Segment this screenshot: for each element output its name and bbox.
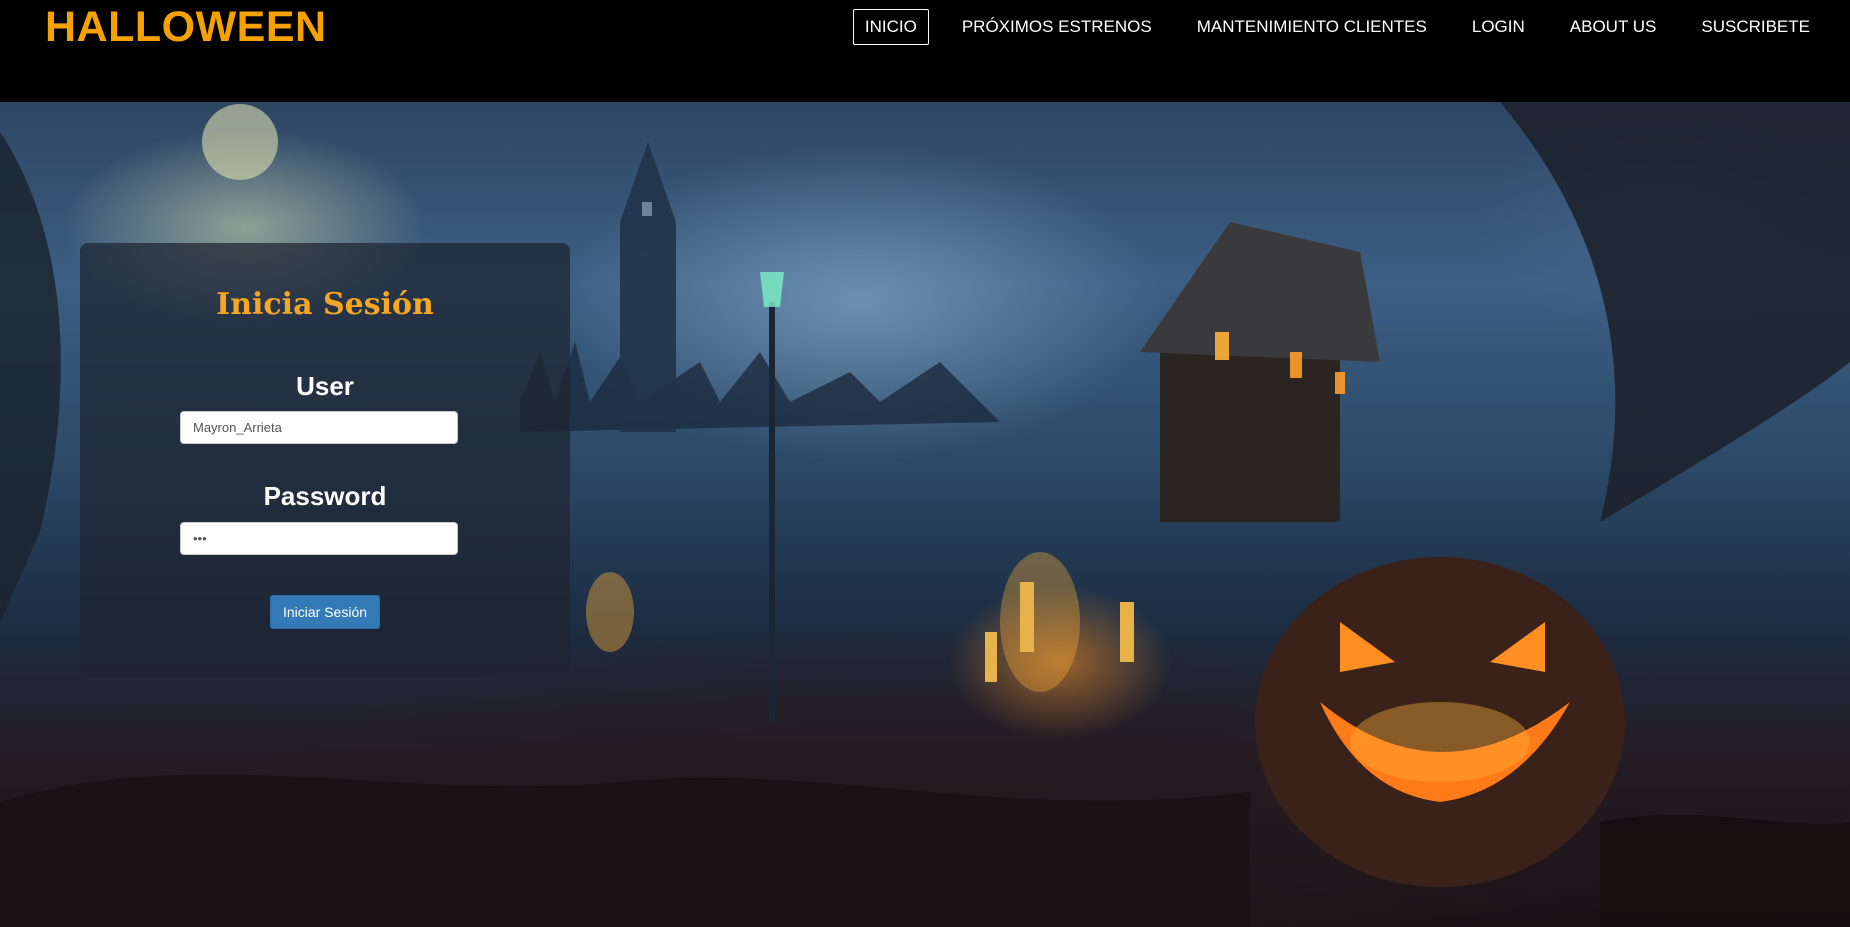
nav-menu: INICIO PRÓXIMOS ESTRENOS MANTENIMIENTO C… [832,9,1822,45]
nav-item-about-us[interactable]: ABOUT US [1558,9,1669,45]
password-label: Password [263,481,387,511]
login-panel: Inicia Sesión User Password Iniciar Sesi… [80,243,570,677]
login-submit-button[interactable]: Iniciar Sesión [270,595,380,629]
login-title: Inicia Sesión [216,287,434,322]
user-label: User [296,371,354,401]
nav-item-mantenimiento-clientes[interactable]: MANTENIMIENTO CLIENTES [1185,9,1439,45]
password-input[interactable] [180,522,458,555]
top-navbar: HALLOWEEN INICIO PRÓXIMOS ESTRENOS MANTE… [0,0,1850,102]
nav-item-login[interactable]: LOGIN [1460,9,1537,45]
nav-item-suscribete[interactable]: SUSCRIBETE [1689,9,1822,45]
nav-item-proximos-estrenos[interactable]: PRÓXIMOS ESTRENOS [950,9,1164,45]
nav-item-inicio[interactable]: INICIO [852,9,929,45]
brand-logo[interactable]: HALLOWEEN [45,4,327,50]
user-input[interactable] [180,411,458,444]
